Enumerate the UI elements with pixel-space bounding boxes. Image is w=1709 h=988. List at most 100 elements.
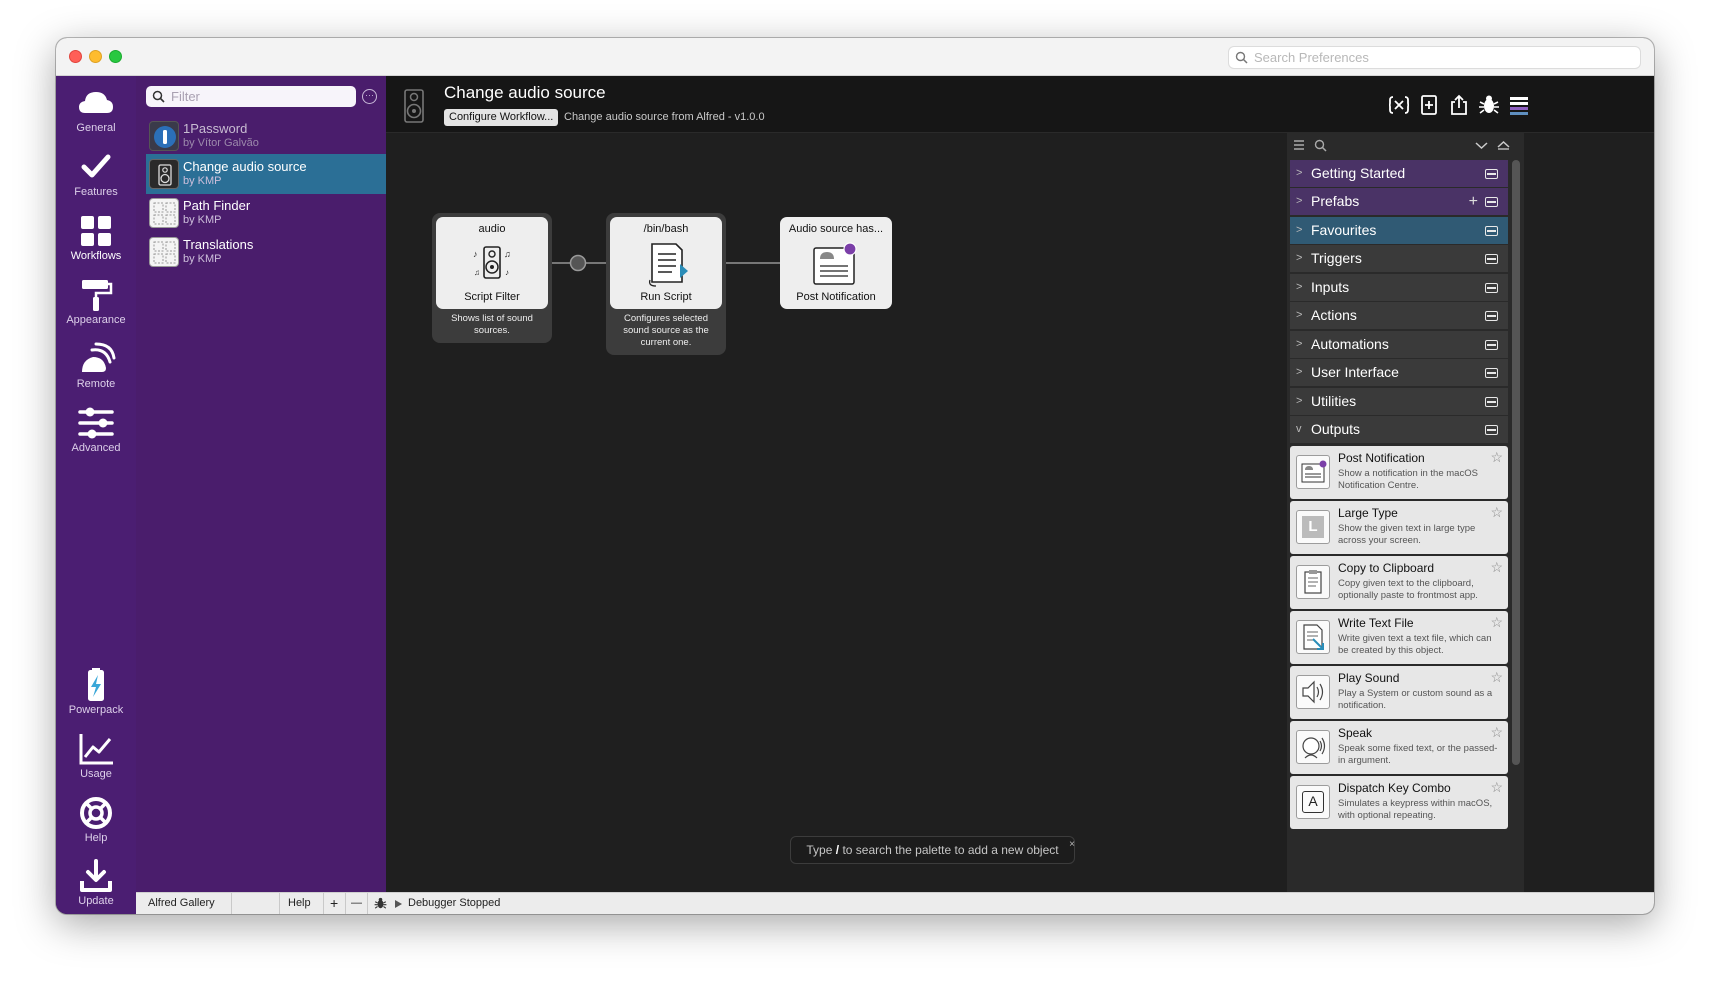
search-preferences-input[interactable]: Search Preferences <box>1228 46 1641 69</box>
palette-category-getting-started[interactable]: > Getting Started <box>1290 160 1508 187</box>
category-toggle-icon[interactable] <box>1485 226 1498 236</box>
add-workflow-button[interactable]: + <box>324 893 346 914</box>
node-description-line: sources. <box>474 325 510 336</box>
nav-general[interactable]: General <box>56 80 136 142</box>
workflow-item-translations[interactable]: Translations by KMP <box>146 232 386 272</box>
nav-appearance[interactable]: Appearance <box>56 272 136 334</box>
category-toggle-icon[interactable] <box>1485 254 1498 264</box>
favourite-star-icon[interactable]: ☆ <box>1490 724 1503 741</box>
list-icon[interactable] <box>1293 139 1305 152</box>
node-card: Audio source has... Post Notification <box>780 217 892 309</box>
category-label: User Interface <box>1311 364 1399 380</box>
category-toggle-icon[interactable] <box>1485 169 1498 179</box>
nav-usage[interactable]: Usage <box>56 726 136 788</box>
palette-item-write-text-file[interactable]: Write Text File Write given text a text … <box>1290 611 1508 664</box>
node-description: Shows list of sound sources. <box>432 313 552 337</box>
play-icon[interactable] <box>394 899 403 909</box>
palette-item-description: Simulates a keypress within macOS, with … <box>1338 798 1493 821</box>
palette-item-post-notification[interactable]: Post Notification Show a notification in… <box>1290 446 1508 499</box>
palette-item-play-sound[interactable]: Play Sound Play a System or custom sound… <box>1290 666 1508 719</box>
workflow-item-change-audio-source[interactable]: Change audio source by KMP <box>146 154 386 194</box>
favourite-star-icon[interactable]: ☆ <box>1490 504 1503 521</box>
close-window-button[interactable] <box>69 50 82 63</box>
help-button[interactable]: Help <box>280 893 324 914</box>
palette-item-large-type[interactable]: L Large Type Show the given text in larg… <box>1290 501 1508 554</box>
palette-category-actions[interactable]: > Actions <box>1290 302 1508 329</box>
add-object-icon[interactable] <box>1418 94 1440 116</box>
collapse-all-icon[interactable] <box>1497 140 1510 150</box>
lifebuoy-icon <box>80 797 112 829</box>
title-bar: Search Preferences <box>56 38 1654 76</box>
category-label: Inputs <box>1311 279 1350 295</box>
palette-category-utilities[interactable]: > Utilities <box>1290 388 1508 415</box>
zoom-window-button[interactable] <box>109 50 122 63</box>
nav-powerpack[interactable]: Powerpack <box>56 662 136 724</box>
debug-bug-icon[interactable] <box>374 897 387 910</box>
nav-update[interactable]: Update <box>56 853 136 914</box>
favourite-star-icon[interactable]: ☆ <box>1490 449 1503 466</box>
search-icon <box>152 90 165 103</box>
write-file-icon <box>1296 620 1330 654</box>
category-toggle-icon[interactable] <box>1485 197 1498 207</box>
category-toggle-icon[interactable] <box>1485 283 1498 293</box>
workflow-item-path-finder[interactable]: Path Finder by KMP <box>146 193 386 233</box>
minimize-window-button[interactable] <box>89 50 102 63</box>
expand-all-icon[interactable] <box>1475 141 1488 151</box>
script-filter-node[interactable]: audio ♪ ♫ ♫ ♪ Script Filter Shows list of s… <box>432 213 552 343</box>
palette-item-title: Speak <box>1338 726 1373 740</box>
nav-help[interactable]: Help <box>56 790 136 852</box>
category-toggle-icon[interactable] <box>1485 311 1498 321</box>
nav-label: General <box>76 122 116 134</box>
more-options-icon[interactable]: ··· <box>362 89 377 104</box>
chevron-right-icon: > <box>1296 309 1303 321</box>
category-label: Actions <box>1311 307 1357 323</box>
nav-advanced[interactable]: Advanced <box>56 400 136 462</box>
share-icon[interactable] <box>1448 94 1470 116</box>
palette-category-automations[interactable]: > Automations <box>1290 331 1508 358</box>
workflow-filter-input[interactable]: Filter <box>146 86 356 107</box>
nav-workflows[interactable]: Workflows <box>56 208 136 270</box>
category-toggle-icon[interactable] <box>1485 368 1498 378</box>
favourite-star-icon[interactable]: ☆ <box>1490 559 1503 576</box>
close-hint-button[interactable]: × <box>1069 831 1075 858</box>
post-notification-node[interactable]: Audio source has... Post Notification <box>780 217 892 309</box>
palette-category-triggers[interactable]: > Triggers <box>1290 245 1508 272</box>
category-toggle-icon[interactable] <box>1485 397 1498 407</box>
workflow-item-1password[interactable]: 1Password by Vítor Galvão <box>146 116 386 156</box>
speaker-volume-icon <box>1296 675 1330 709</box>
nav-remote[interactable]: Remote <box>56 336 136 398</box>
palette-category-inputs[interactable]: > Inputs <box>1290 274 1508 301</box>
palette-category-prefabs[interactable]: > Prefabs + <box>1290 188 1508 215</box>
palette-menu-icon[interactable] <box>1508 94 1530 116</box>
alfred-gallery-button[interactable]: Alfred Gallery <box>140 893 232 914</box>
palette-item-speak[interactable]: Speak Speak some fixed text, or the pass… <box>1290 721 1508 774</box>
run-script-node[interactable]: /bin/bash Run Script Configures selected… <box>606 213 726 355</box>
palette-category-favourites[interactable]: > Favourites <box>1290 217 1508 244</box>
favourite-star-icon[interactable]: ☆ <box>1490 669 1503 686</box>
palette-item-dispatch-key-combo[interactable]: A Dispatch Key Combo Simulates a keypres… <box>1290 776 1508 829</box>
svg-text:♫: ♫ <box>504 249 511 259</box>
workflow-author: by KMP <box>183 253 222 265</box>
remove-workflow-button[interactable]: — <box>346 893 368 914</box>
palette-item-description: Show the given text in large type across… <box>1338 523 1476 546</box>
palette-category-outputs[interactable]: v Outputs <box>1290 416 1508 443</box>
palette-category-user-interface[interactable]: > User Interface <box>1290 359 1508 386</box>
category-toggle-icon[interactable] <box>1485 340 1498 350</box>
nav-features[interactable]: Features <box>56 144 136 206</box>
paint-roller-icon <box>82 280 113 311</box>
variables-icon[interactable] <box>1388 94 1410 116</box>
category-toggle-icon[interactable] <box>1485 425 1498 435</box>
1password-icon <box>149 121 179 151</box>
debug-bug-icon[interactable] <box>1478 94 1500 116</box>
palette-scrollbar[interactable] <box>1512 160 1520 765</box>
search-icon[interactable] <box>1314 139 1327 152</box>
workflow-author: by KMP <box>183 214 222 226</box>
palette-item-copy-to-clipboard[interactable]: Copy to Clipboard Copy given text to the… <box>1290 556 1508 609</box>
favourite-star-icon[interactable]: ☆ <box>1490 614 1503 631</box>
node-description-line: Shows list of sound <box>451 313 533 324</box>
palette-item-title: Write Text File <box>1338 616 1414 630</box>
speaking-head-icon <box>1296 730 1330 764</box>
add-prefab-icon[interactable]: + <box>1469 188 1478 215</box>
chevron-right-icon: > <box>1296 195 1303 207</box>
favourite-star-icon[interactable]: ☆ <box>1490 779 1503 796</box>
